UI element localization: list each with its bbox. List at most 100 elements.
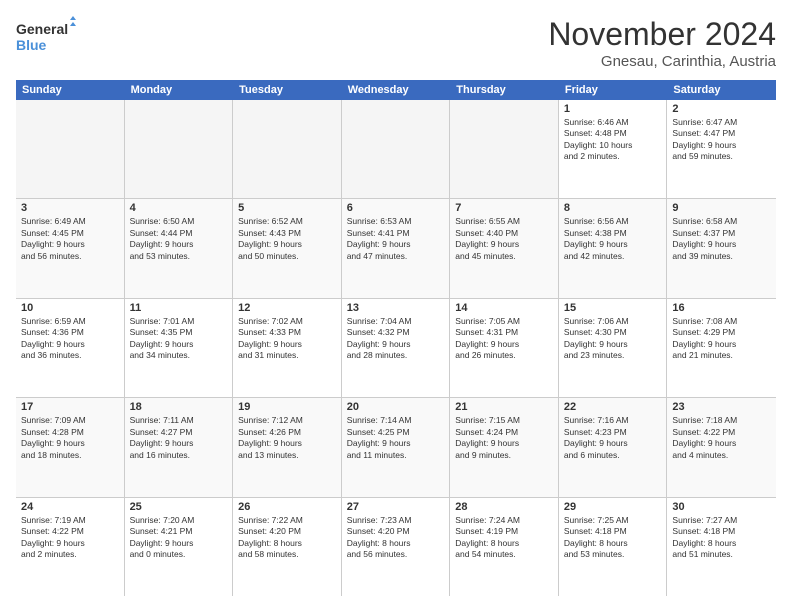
cal-cell-4-0: 24Sunrise: 7:19 AMSunset: 4:22 PMDayligh… — [16, 498, 125, 596]
cal-cell-2-3: 13Sunrise: 7:04 AMSunset: 4:32 PMDayligh… — [342, 299, 451, 397]
day-number: 23 — [672, 401, 771, 413]
cal-cell-2-5: 15 Sunrise: 7:06 AMSunset: 4:30 PMDayligh… — [559, 299, 668, 397]
day-info: Sunrise: 6:55 AMSunset: 4:40 PMDaylight:… — [455, 216, 553, 262]
day-info: Sunrise: 7:02 AMSunset: 4:33 PMDaylight:… — [238, 316, 336, 362]
day-info: Sunrise: 7:25 AMSunset: 4:18 PMDaylight:… — [564, 515, 662, 561]
header-day-3: Wednesday — [342, 80, 451, 100]
day-number: 20 — [347, 401, 445, 413]
calendar-body: 1 Sunrise: 6:46 AMSunset: 4:48 PMDaylight… — [16, 100, 776, 596]
day-number: 4 — [130, 202, 228, 214]
day-info: Sunrise: 6:59 AMSunset: 4:36 PMDaylight:… — [21, 316, 119, 362]
cal-cell-0-1 — [125, 100, 234, 198]
page: General Blue November 2024 Gnesau, Carin… — [0, 0, 792, 612]
cal-cell-4-4: 28 Sunrise: 7:24 AMSunset: 4:19 PMDayligh… — [450, 498, 559, 596]
header-day-1: Monday — [125, 80, 234, 100]
day-info: Sunrise: 7:09 AMSunset: 4:28 PMDaylight:… — [21, 415, 119, 461]
day-info: Sunrise: 7:14 AMSunset: 4:25 PMDaylight:… — [347, 415, 445, 461]
cal-cell-1-0: 3 Sunrise: 6:49 AMSunset: 4:45 PMDaylight… — [16, 199, 125, 297]
cal-cell-2-1: 11 Sunrise: 7:01 AMSunset: 4:35 PMDayligh… — [125, 299, 234, 397]
day-info: Sunrise: 7:16 AMSunset: 4:23 PMDaylight:… — [564, 415, 662, 461]
cal-cell-4-5: 29Sunrise: 7:25 AMSunset: 4:18 PMDayligh… — [559, 498, 668, 596]
cal-cell-3-3: 20 Sunrise: 7:14 AMSunset: 4:25 PMDayligh… — [342, 398, 451, 496]
day-number: 6 — [347, 202, 445, 214]
cal-cell-0-2 — [233, 100, 342, 198]
cal-cell-3-0: 17 Sunrise: 7:09 AMSunset: 4:28 PMDayligh… — [16, 398, 125, 496]
day-number: 3 — [21, 202, 119, 214]
day-info: Sunrise: 7:05 AMSunset: 4:31 PMDaylight:… — [455, 316, 553, 362]
cal-cell-1-2: 5 Sunrise: 6:52 AMSunset: 4:43 PMDaylight… — [233, 199, 342, 297]
day-number: 5 — [238, 202, 336, 214]
day-number: 10 — [21, 302, 119, 314]
day-info: Sunrise: 7:27 AMSunset: 4:18 PMDaylight:… — [672, 515, 771, 561]
day-number: 21 — [455, 401, 553, 413]
day-number: 11 — [130, 302, 228, 314]
day-number: 30 — [672, 501, 771, 513]
cal-cell-4-3: 27Sunrise: 7:23 AMSunset: 4:20 PMDayligh… — [342, 498, 451, 596]
header-day-5: Friday — [559, 80, 668, 100]
cal-cell-4-2: 26Sunrise: 7:22 AMSunset: 4:20 PMDayligh… — [233, 498, 342, 596]
day-number: 9 — [672, 202, 771, 214]
cal-cell-1-4: 7 Sunrise: 6:55 AMSunset: 4:40 PMDaylight… — [450, 199, 559, 297]
day-info: Sunrise: 6:46 AMSunset: 4:48 PMDaylight:… — [564, 117, 662, 163]
header: General Blue November 2024 Gnesau, Carin… — [16, 16, 776, 70]
cal-cell-2-4: 14Sunrise: 7:05 AMSunset: 4:31 PMDayligh… — [450, 299, 559, 397]
logo: General Blue — [16, 16, 76, 56]
day-number: 2 — [672, 103, 771, 115]
day-number: 25 — [130, 501, 228, 513]
day-number: 26 — [238, 501, 336, 513]
cal-cell-3-2: 19 Sunrise: 7:12 AMSunset: 4:26 PMDayligh… — [233, 398, 342, 496]
cal-cell-1-5: 8Sunrise: 6:56 AMSunset: 4:38 PMDaylight… — [559, 199, 668, 297]
logo-svg: General Blue — [16, 16, 76, 56]
cal-cell-3-5: 22 Sunrise: 7:16 AMSunset: 4:23 PMDayligh… — [559, 398, 668, 496]
title-block: November 2024 Gnesau, Carinthia, Austria — [548, 16, 776, 70]
day-number: 7 — [455, 202, 553, 214]
day-info: Sunrise: 7:24 AMSunset: 4:19 PMDaylight:… — [455, 515, 553, 561]
header-day-4: Thursday — [450, 80, 559, 100]
day-number: 12 — [238, 302, 336, 314]
cal-cell-1-3: 6 Sunrise: 6:53 AMSunset: 4:41 PMDaylight… — [342, 199, 451, 297]
calendar-header: SundayMondayTuesdayWednesdayThursdayFrid… — [16, 80, 776, 100]
header-day-6: Saturday — [667, 80, 776, 100]
day-info: Sunrise: 7:11 AMSunset: 4:27 PMDaylight:… — [130, 415, 228, 461]
subtitle: Gnesau, Carinthia, Austria — [548, 53, 776, 70]
week-row-2: 10 Sunrise: 6:59 AMSunset: 4:36 PMDayligh… — [16, 299, 776, 398]
day-info: Sunrise: 7:15 AMSunset: 4:24 PMDaylight:… — [455, 415, 553, 461]
day-info: Sunrise: 6:50 AMSunset: 4:44 PMDaylight:… — [130, 216, 228, 262]
cal-cell-1-1: 4 Sunrise: 6:50 AMSunset: 4:44 PMDaylight… — [125, 199, 234, 297]
day-info: Sunrise: 7:08 AMSunset: 4:29 PMDaylight:… — [672, 316, 771, 362]
week-row-4: 24Sunrise: 7:19 AMSunset: 4:22 PMDayligh… — [16, 498, 776, 596]
day-number: 8 — [564, 202, 662, 214]
header-day-0: Sunday — [16, 80, 125, 100]
day-number: 17 — [21, 401, 119, 413]
month-title: November 2024 — [548, 16, 776, 53]
day-number: 15 — [564, 302, 662, 314]
day-info: Sunrise: 7:23 AMSunset: 4:20 PMDaylight:… — [347, 515, 445, 561]
day-number: 19 — [238, 401, 336, 413]
calendar: SundayMondayTuesdayWednesdayThursdayFrid… — [16, 80, 776, 596]
day-info: Sunrise: 6:53 AMSunset: 4:41 PMDaylight:… — [347, 216, 445, 262]
cal-cell-1-6: 9 Sunrise: 6:58 AMSunset: 4:37 PMDaylight… — [667, 199, 776, 297]
week-row-1: 3 Sunrise: 6:49 AMSunset: 4:45 PMDaylight… — [16, 199, 776, 298]
cal-cell-4-1: 25 Sunrise: 7:20 AMSunset: 4:21 PMDayligh… — [125, 498, 234, 596]
day-number: 16 — [672, 302, 771, 314]
day-info: Sunrise: 7:19 AMSunset: 4:22 PMDaylight:… — [21, 515, 119, 561]
cal-cell-2-2: 12 Sunrise: 7:02 AMSunset: 4:33 PMDayligh… — [233, 299, 342, 397]
day-info: Sunrise: 7:06 AMSunset: 4:30 PMDaylight:… — [564, 316, 662, 362]
week-row-3: 17 Sunrise: 7:09 AMSunset: 4:28 PMDayligh… — [16, 398, 776, 497]
week-row-0: 1 Sunrise: 6:46 AMSunset: 4:48 PMDaylight… — [16, 100, 776, 199]
day-number: 1 — [564, 103, 662, 115]
day-info: Sunrise: 6:52 AMSunset: 4:43 PMDaylight:… — [238, 216, 336, 262]
day-number: 13 — [347, 302, 445, 314]
day-info: Sunrise: 6:49 AMSunset: 4:45 PMDaylight:… — [21, 216, 119, 262]
cal-cell-0-6: 2Sunrise: 6:47 AMSunset: 4:47 PMDaylight… — [667, 100, 776, 198]
day-number: 22 — [564, 401, 662, 413]
day-info: Sunrise: 6:58 AMSunset: 4:37 PMDaylight:… — [672, 216, 771, 262]
cal-cell-4-6: 30 Sunrise: 7:27 AMSunset: 4:18 PMDayligh… — [667, 498, 776, 596]
day-info: Sunrise: 7:01 AMSunset: 4:35 PMDaylight:… — [130, 316, 228, 362]
cal-cell-0-4 — [450, 100, 559, 198]
day-info: Sunrise: 7:12 AMSunset: 4:26 PMDaylight:… — [238, 415, 336, 461]
svg-text:General: General — [16, 21, 68, 37]
cal-cell-0-3 — [342, 100, 451, 198]
day-number: 28 — [455, 501, 553, 513]
day-info: Sunrise: 7:20 AMSunset: 4:21 PMDaylight:… — [130, 515, 228, 561]
